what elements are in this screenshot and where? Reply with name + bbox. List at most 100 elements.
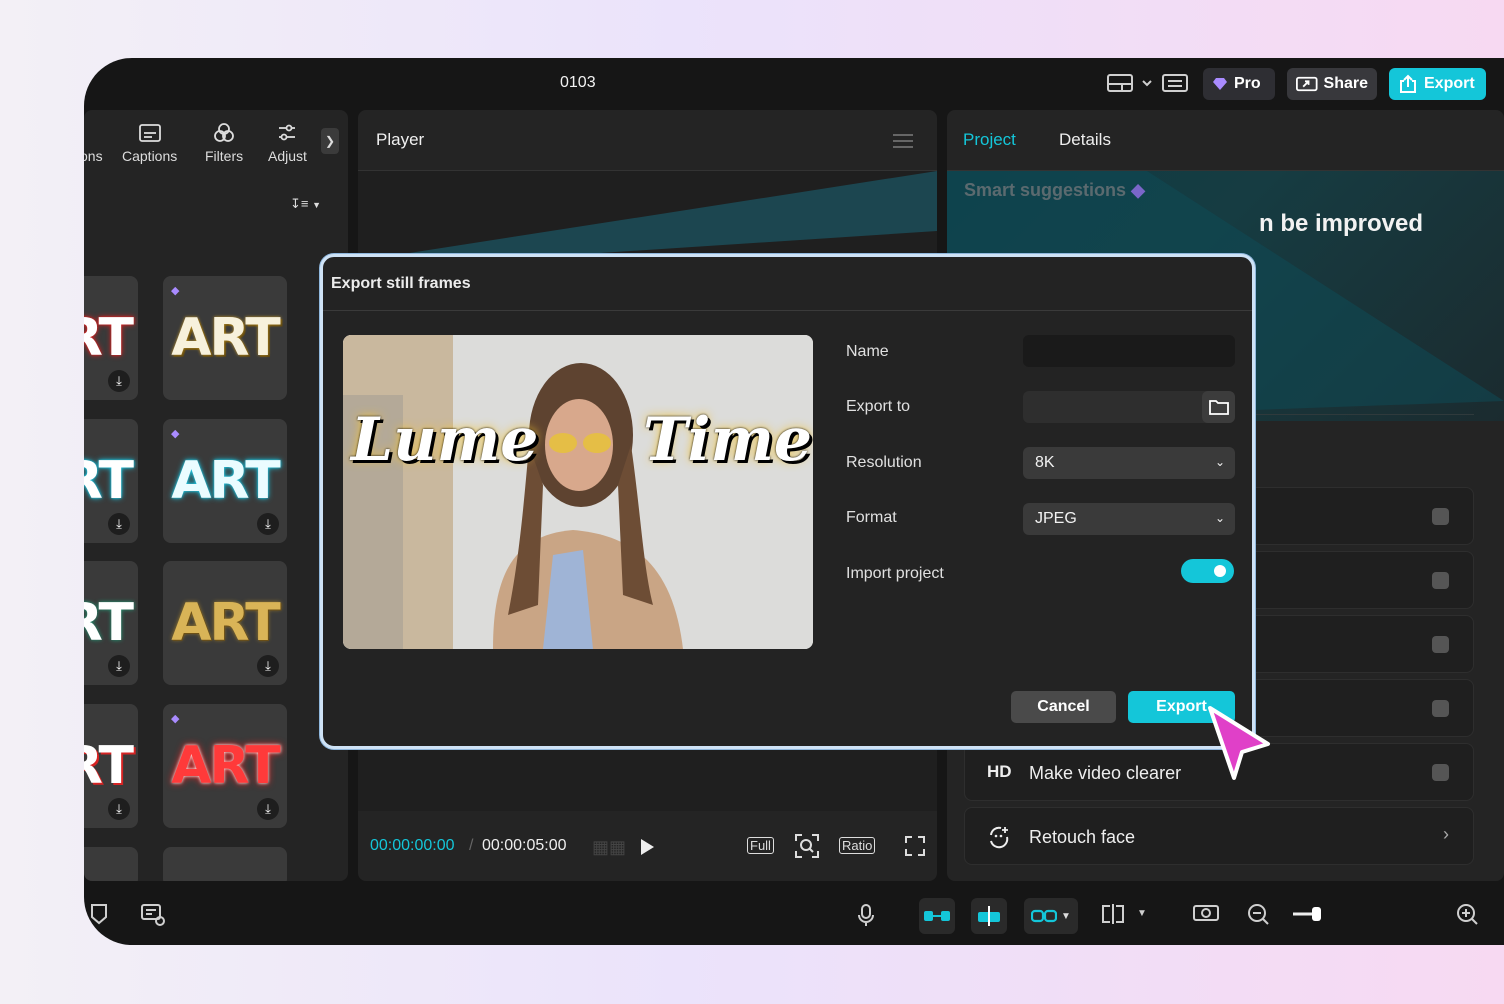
total-time: 00:00:05:00 <box>482 837 567 854</box>
filters-icon <box>214 123 234 142</box>
suggestion-headline: n be improved <box>1259 210 1424 237</box>
smart-edit-icon[interactable] <box>140 903 166 927</box>
menu-icon[interactable] <box>893 134 913 148</box>
chevron-right-icon: › <box>1443 824 1449 844</box>
text-template-tile[interactable] <box>163 847 287 881</box>
zoom-slider[interactable] <box>1292 903 1324 925</box>
tab-label: Captions <box>122 148 178 164</box>
checkbox[interactable] <box>1432 572 1449 589</box>
download-icon[interactable]: ⤓ <box>257 655 279 677</box>
format-select[interactable]: JPEG ⌄ <box>1023 503 1235 535</box>
text-template-tile[interactable]: ART ◆ ⤓ <box>163 419 287 543</box>
template-preview-text: ART <box>171 308 280 368</box>
export-to-label: Export to <box>846 398 911 415</box>
chevron-down-icon: ▼ <box>1061 910 1071 922</box>
browse-folder-button[interactable] <box>1202 391 1235 423</box>
zoom-in-icon[interactable] <box>1456 903 1478 925</box>
current-time: 00:00:00:00 <box>370 837 455 854</box>
export-to-field[interactable] <box>1023 391 1235 423</box>
export-top-button[interactable]: Export <box>1389 68 1486 100</box>
project-title: 0103 <box>560 74 596 91</box>
text-template-tile[interactable]: RT ⤓ <box>84 276 138 400</box>
premium-diamond-icon: ◆ <box>171 713 180 725</box>
retouch-face-icon <box>990 826 1009 849</box>
resolution-label: Resolution <box>846 454 922 471</box>
microphone-icon[interactable] <box>858 903 874 927</box>
main-track-magnet-button[interactable] <box>919 898 955 934</box>
split-preview-icon[interactable] <box>1100 903 1128 925</box>
text-template-tile[interactable]: ART ⤓ <box>163 561 287 685</box>
play-icon[interactable] <box>638 837 656 857</box>
text-template-tile[interactable]: ART ◆ <box>163 276 287 400</box>
layout-chevron-icon[interactable] <box>1140 72 1154 94</box>
layout-icon[interactable] <box>1106 72 1134 94</box>
import-project-label: Import project <box>846 565 944 582</box>
assets-panel: ons Captions Filters Adjust ❯ ↧≡ ▼ RT ⤓ … <box>84 110 348 881</box>
download-icon[interactable]: ⤓ <box>108 798 130 820</box>
tab-captions-partial[interactable]: ons <box>84 122 103 164</box>
format-value: JPEG <box>1035 510 1077 527</box>
folder-icon <box>1208 400 1229 415</box>
chevron-down-icon: ⌄ <box>1214 455 1225 469</box>
mouse-cursor-icon <box>1208 706 1270 780</box>
checkbox[interactable] <box>1432 700 1449 717</box>
tab-project[interactable]: Project <box>963 130 1016 150</box>
download-icon[interactable]: ⤓ <box>257 798 279 820</box>
checkbox[interactable] <box>1432 636 1449 653</box>
download-icon[interactable]: ⤓ <box>257 513 279 535</box>
tab-label: ons <box>84 148 103 164</box>
pro-button[interactable]: Pro <box>1203 68 1275 100</box>
suggestion-label: Make video clearer <box>1029 763 1182 783</box>
download-icon[interactable]: ⤓ <box>108 655 130 677</box>
chevron-down-icon[interactable]: ▼ <box>1137 908 1147 919</box>
ratio-button[interactable]: Ratio <box>839 837 876 854</box>
download-icon[interactable]: ⤓ <box>108 370 130 392</box>
download-icon[interactable]: ⤓ <box>108 513 130 535</box>
suggestion-card-retouch-face[interactable]: Retouch face › <box>964 807 1474 865</box>
tab-filters[interactable]: Filters <box>205 122 243 164</box>
import-project-toggle[interactable] <box>1181 559 1234 583</box>
pro-label: Pro <box>1234 75 1261 92</box>
smart-suggestions-label: Smart suggestions ◆ <box>964 180 1145 201</box>
magnet-link-icon <box>924 911 950 921</box>
tab-details[interactable]: Details <box>1059 130 1111 150</box>
text-template-tile[interactable]: RT ⤓ <box>84 704 138 828</box>
sort-filter-button[interactable]: ↧≡ ▼ <box>290 196 321 212</box>
frame-preview-image: Lume Time <box>343 335 813 649</box>
cancel-button[interactable]: Cancel <box>1011 691 1116 723</box>
chevron-right-icon: ❯ <box>324 134 336 148</box>
diamond-icon <box>1213 78 1227 90</box>
auto-snap-button[interactable] <box>971 898 1007 934</box>
share-screen-icon <box>1296 76 1318 92</box>
zoom-fit-icon[interactable] <box>794 833 820 859</box>
top-bar: 0103 Pro Share Export <box>84 58 1504 108</box>
text-template-tile[interactable] <box>84 847 138 881</box>
text-template-tile[interactable]: RT ⤓ <box>84 561 138 685</box>
tab-adjust[interactable]: Adjust <box>268 122 307 164</box>
preview-caption-right: Time <box>643 405 813 475</box>
sort-icon: ↧≡ <box>290 196 309 211</box>
chevron-down-icon: ⌄ <box>1214 511 1225 525</box>
zoom-out-icon[interactable] <box>1247 903 1269 925</box>
resolution-select[interactable]: 8K ⌄ <box>1023 447 1235 479</box>
share-button[interactable]: Share <box>1287 68 1377 100</box>
adjust-icon <box>279 124 296 141</box>
fullscreen-icon[interactable] <box>904 835 926 857</box>
full-button[interactable]: Full <box>747 837 774 854</box>
text-template-tile[interactable]: ART ◆ ⤓ <box>163 704 287 828</box>
marker-icon[interactable] <box>90 903 108 925</box>
resolution-value: 8K <box>1035 454 1055 471</box>
checkbox[interactable] <box>1432 764 1449 781</box>
tab-captions[interactable]: Captions <box>122 122 177 164</box>
premium-diamond-icon: ◆ <box>171 285 180 297</box>
name-input[interactable] <box>1023 335 1235 367</box>
tabs-scroll-right-button[interactable]: ❯ <box>321 128 339 154</box>
text-template-tile[interactable]: RT ⤓ <box>84 419 138 543</box>
keyboard-icon[interactable] <box>1161 72 1189 94</box>
divider <box>323 310 1252 311</box>
checkbox[interactable] <box>1432 508 1449 525</box>
time-separator: / <box>469 837 474 854</box>
linkage-button[interactable]: ▼ <box>1024 898 1078 934</box>
share-label: Share <box>1323 75 1368 92</box>
zoom-to-fit-icon[interactable] <box>1192 903 1220 925</box>
